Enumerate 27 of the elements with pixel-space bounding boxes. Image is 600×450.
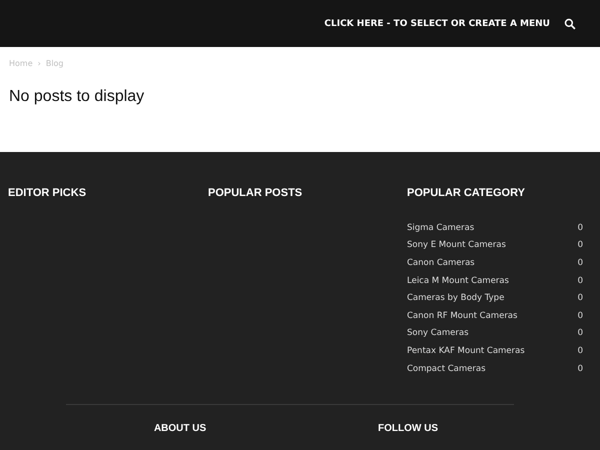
category-count: 0 — [578, 364, 583, 374]
category-count: 0 — [578, 276, 583, 286]
column-title: POPULAR POSTS — [208, 187, 304, 199]
column-title: POPULAR CATEGORY — [407, 187, 526, 199]
category-count: 0 — [578, 222, 583, 233]
menu-link[interactable]: CLICK HERE - TO SELECT OR CREATE A MENU — [324, 18, 550, 28]
category-link[interactable]: Sony E Mount Cameras — [407, 240, 506, 250]
category-count: 0 — [578, 293, 583, 304]
category-link[interactable]: Cameras by Body Type — [407, 293, 504, 304]
category-count: 0 — [578, 310, 583, 321]
section-title: FOLLOW US — [378, 423, 438, 434]
category-count: 0 — [578, 346, 583, 356]
category-link[interactable]: Sigma Cameras — [407, 222, 474, 233]
empty-message: No posts to display — [9, 88, 146, 106]
search-icon[interactable] — [564, 18, 576, 30]
category-link[interactable]: Leica M Mount Cameras — [407, 276, 509, 286]
column-title: EDITOR PICKS — [8, 187, 88, 199]
category-link[interactable]: Sony Cameras — [407, 328, 469, 338]
category-count: 0 — [578, 258, 583, 268]
category-link[interactable]: Canon Cameras — [407, 258, 475, 268]
breadcrumb-separator: › — [38, 59, 41, 68]
category-count: 0 — [578, 240, 583, 250]
category-link[interactable]: Canon RF Mount Cameras — [407, 310, 518, 321]
section-title: ABOUT US — [154, 423, 206, 434]
category-link[interactable]: Pentax KAF Mount Cameras — [407, 346, 525, 356]
category-link[interactable]: Compact Cameras — [407, 364, 486, 374]
category-count: 0 — [578, 328, 583, 338]
